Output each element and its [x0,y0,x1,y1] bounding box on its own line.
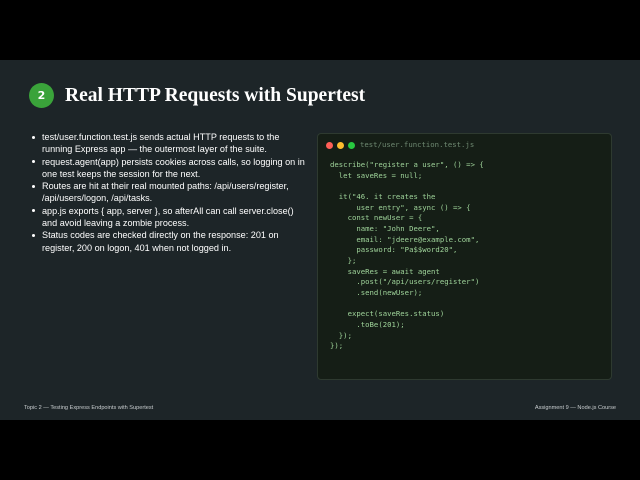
code-line: .post("/api/users/register") [330,277,480,287]
code-line: }; [330,255,357,265]
bullet-item: request.agent(app) persists cookies acro… [30,156,305,181]
code-line: }); [330,330,352,340]
slide-title: Real HTTP Requests with Supertest [65,85,366,106]
code-line: saveRes = await agent [330,266,440,276]
code-line: const newUser = { [330,213,423,223]
slide: 2 Real HTTP Requests with Supertest test… [0,60,640,420]
code-line: let saveRes = null; [330,170,423,180]
footer-topic: Topic 2 — Testing Express Endpoints with… [24,405,154,411]
code-line: password: "Pa$$word20", [330,245,458,255]
code-line: .toBe(201); [330,319,405,329]
maximize-dot-icon [348,142,355,149]
code-filename: test/user.function.test.js [360,140,475,149]
bullet-item: app.js exports { app, server }, so after… [30,205,305,230]
bullet-item: Routes are hit at their real mounted pat… [30,180,305,205]
code-line: describe("register a user", () => { [330,160,484,169]
code-line: name: "John Deere", [330,223,440,233]
window-controls [326,142,355,149]
bullet-item: Status codes are checked directly on the… [30,229,305,254]
code-window: test/user.function.test.js describe("reg… [317,133,612,380]
bullet-list: test/user.function.test.js sends actual … [30,131,305,254]
bullet-item: test/user.function.test.js sends actual … [30,131,305,156]
minimize-dot-icon [337,142,344,149]
code-line: email: "jdeere@example.com", [330,234,480,244]
code-line: user entry", async () => { [330,202,471,212]
code-line: }); [330,341,344,351]
close-dot-icon [326,142,333,149]
code-line: it("46. it creates the [330,191,436,201]
footer-assignment: Assignment 9 — Node.js Course [534,405,616,411]
slide-number-badge: 2 [29,83,54,108]
code-block: describe("register a user", () => { let … [330,160,484,352]
code-line: expect(saveRes.status) [330,309,445,319]
code-line: .send(newUser); [330,287,423,297]
